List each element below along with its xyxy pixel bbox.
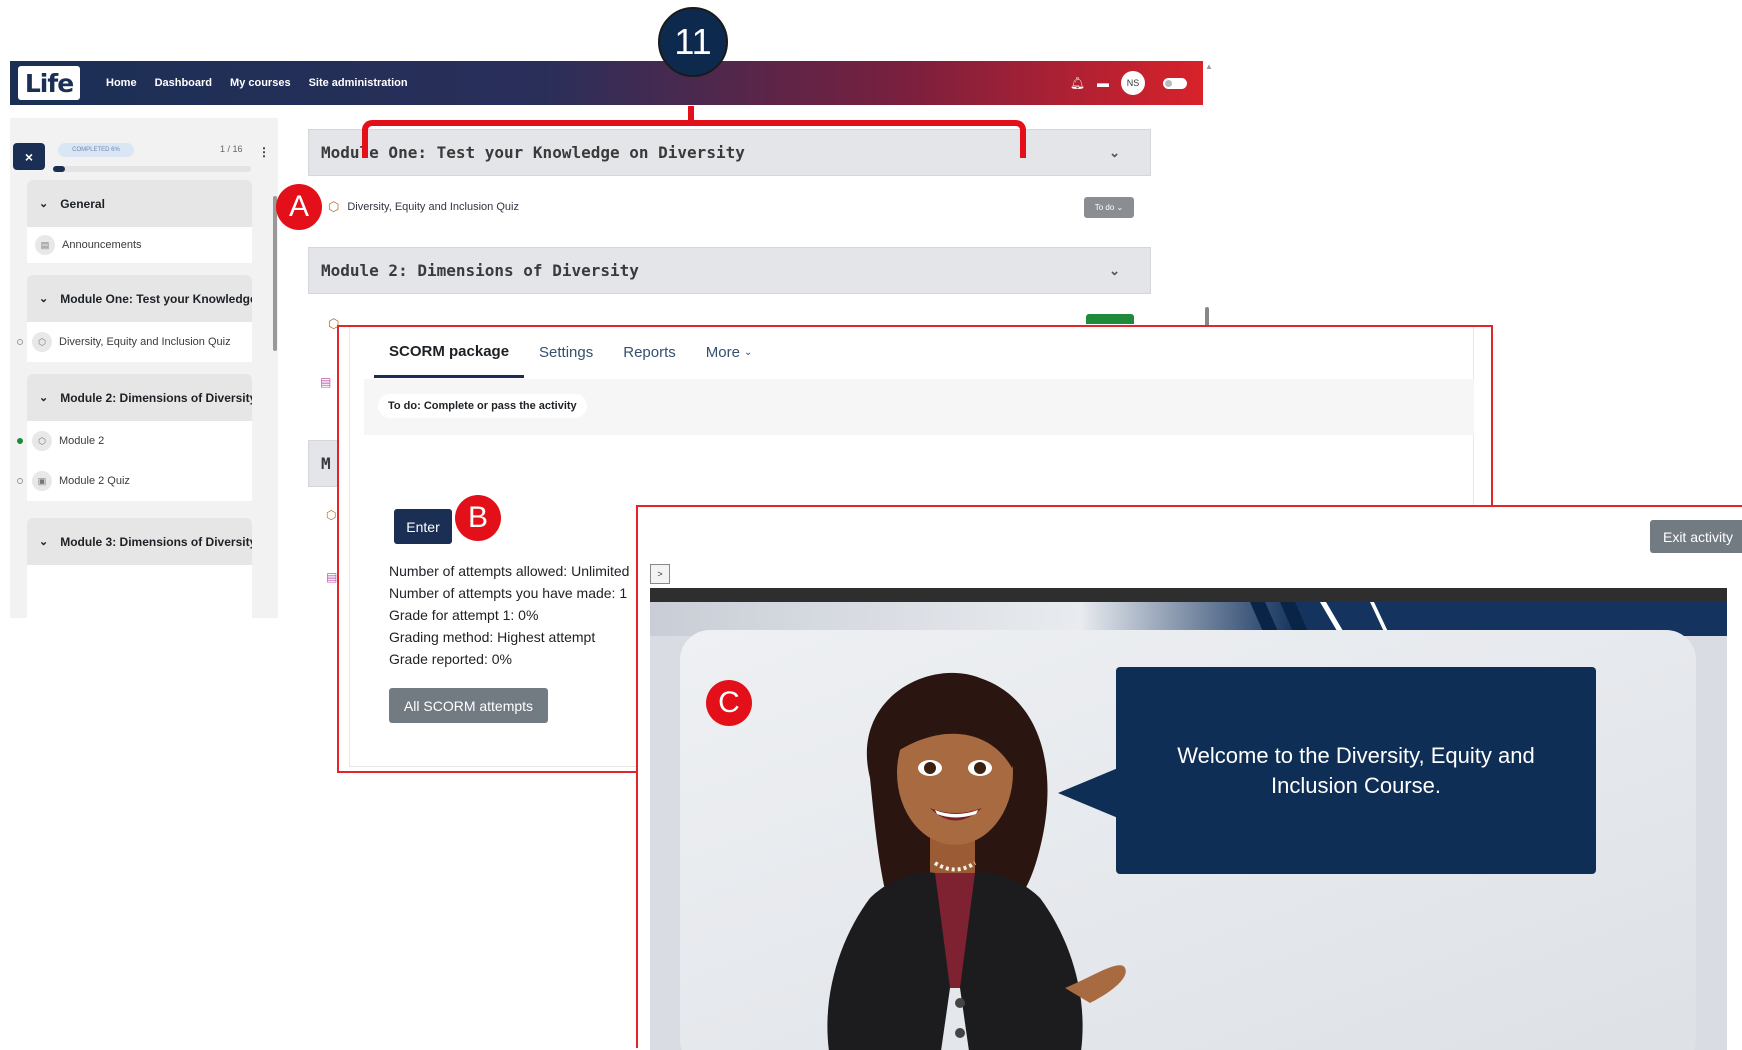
sidebar-section-module-3[interactable]: ⌄ Module 3: Dimensions of Diversity [27, 518, 252, 565]
edit-mode-toggle[interactable] [1163, 77, 1187, 89]
primary-navigation: Home Dashboard My courses Site administr… [106, 77, 408, 89]
sidebar-item-label: Diversity, Equity and Inclusion Quiz [59, 336, 231, 348]
module-title: M [321, 454, 331, 473]
site-logo[interactable]: Life [18, 66, 80, 100]
progress-bar-fill [53, 166, 65, 172]
enter-button[interactable]: Enter [394, 509, 452, 544]
nav-my-courses[interactable]: My courses [230, 77, 291, 89]
sidebar-section-title: Module 2: Dimensions of Diversity [60, 390, 252, 405]
nav-dashboard[interactable]: Dashboard [155, 77, 212, 89]
tab-settings[interactable]: Settings [524, 327, 608, 378]
chevron-down-icon: ⌄ [39, 293, 49, 305]
chevron-down-icon: ⌄ [39, 536, 49, 548]
progress-count: 1 / 16 [220, 144, 243, 154]
nav-site-administration[interactable]: Site administration [309, 77, 408, 89]
message-icon[interactable]: ▬ [1097, 76, 1109, 90]
bracket-stem [688, 106, 694, 122]
top-navbar: Life Home Dashboard My courses Site admi… [10, 61, 1203, 105]
tab-reports[interactable]: Reports [608, 327, 691, 378]
scorm-package-icon: ⬡ [328, 199, 340, 214]
step-number-badge: 11 [658, 7, 728, 77]
sidebar-section-general[interactable]: ⌄ General [27, 180, 252, 227]
sidebar-scrollbar[interactable] [273, 196, 277, 351]
progress-track [53, 166, 251, 172]
attempts-made-text: Number of attempts you have made: 1 [389, 585, 628, 601]
sidebar-item-module-2-quiz[interactable]: ▣ Module 2 Quiz [17, 471, 130, 491]
sidebar-section-title: Module One: Test your Knowledge on Diver… [60, 291, 252, 306]
chevron-down-icon: ⌄ [39, 392, 49, 404]
todo-status-button[interactable]: To do ⌄ [1084, 197, 1134, 218]
presenter-character-image [827, 672, 1126, 1050]
page-icon: ▤ [320, 375, 332, 389]
sidebar-item-module-2[interactable]: ⬡ Module 2 [17, 431, 104, 451]
completed-status-icon [17, 438, 23, 444]
toc-toggle-button[interactable]: > [650, 564, 670, 584]
tab-more[interactable]: More ⌄ [691, 327, 768, 378]
completion-badge: COMPLETED 6% [58, 143, 134, 157]
all-scorm-attempts-button[interactable]: All SCORM attempts [389, 688, 548, 723]
scorm-content-stage[interactable]: Welcome to the Diversity, Equity and Inc… [650, 588, 1727, 1050]
chevron-down-icon[interactable]: ⌄ [1109, 145, 1120, 161]
user-avatar[interactable]: NS [1121, 71, 1145, 95]
done-status-button[interactable] [1086, 314, 1134, 324]
sidebar-item-announcements[interactable]: ▤ Announcements [35, 235, 142, 255]
sidebar-section-module-2[interactable]: ⌄ Module 2: Dimensions of Diversity [27, 374, 252, 421]
quiz-icon: ▣ [32, 471, 52, 491]
grading-method-text: Grading method: Highest attempt [389, 629, 596, 645]
annotation-marker-b: B [455, 495, 501, 541]
tab-label: More [705, 344, 740, 361]
sidebar-section-module-one[interactable]: ⌄ Module One: Test your Knowledge on Div… [27, 275, 252, 322]
sidebar-section-body: ⬡ Module 2 ▣ Module 2 Quiz [17, 421, 252, 501]
exit-activity-button[interactable]: Exit activity [1650, 520, 1742, 553]
sidebar-section-body: ▤ Announcements [27, 227, 252, 263]
sidebar-item-label: Module 2 [59, 435, 105, 447]
activity-tabs: SCORM package Settings Reports More ⌄ [374, 327, 767, 378]
sidebar-section-body: ⬡ Diversity, Equity and Inclusion Quiz [17, 322, 252, 362]
speech-bubble-tail [1058, 768, 1118, 818]
forum-icon: ▤ [35, 235, 55, 255]
logo-text: Life [24, 68, 74, 98]
navbar-actions: 🔔︎ ▬ NS [1070, 61, 1187, 105]
module-title: Module 2: Dimensions of Diversity [321, 261, 639, 280]
activity-link[interactable]: Diversity, Equity and Inclusion Quiz [347, 201, 519, 213]
activity-dei-quiz[interactable]: ⬡ Diversity, Equity and Inclusion Quiz [328, 199, 519, 215]
chevron-down-icon[interactable]: ⌄ [1109, 263, 1120, 279]
incomplete-status-icon [17, 478, 23, 484]
scorm-package-icon: ⬡ [32, 332, 52, 352]
sidebar-section-title: General [60, 196, 105, 211]
annotation-marker-a: A [276, 184, 322, 230]
incomplete-status-icon [17, 339, 23, 345]
more-options-icon[interactable]: ⋮ [258, 145, 270, 159]
todo-label: To do [1094, 203, 1115, 212]
close-drawer-button[interactable]: × [13, 143, 45, 170]
tab-scorm-package[interactable]: SCORM package [374, 327, 525, 378]
grade-reported-text: Grade reported: 0% [389, 651, 512, 667]
welcome-speech-bubble: Welcome to the Diversity, Equity and Inc… [1116, 667, 1596, 874]
sidebar-item-dei-quiz[interactable]: ⬡ Diversity, Equity and Inclusion Quiz [17, 332, 231, 352]
nav-home[interactable]: Home [106, 77, 137, 89]
scorm-player-panel: Exit activity > Welcome to the Diversity… [636, 505, 1742, 1050]
chevron-down-icon: ⌄ [743, 347, 753, 358]
sidebar-section-body [27, 565, 252, 618]
todo-requirement-badge: To do: Complete or pass the activity [378, 394, 587, 418]
chevron-down-icon: ⌄ [39, 198, 49, 210]
bell-icon[interactable]: 🔔︎ [1070, 76, 1085, 90]
course-index-drawer: × COMPLETED 6% 1 / 16 ⋮ ⌄ General ▤ Anno… [10, 118, 278, 618]
sidebar-item-label: Announcements [62, 239, 142, 251]
sidebar-item-label: Module 2 Quiz [59, 475, 130, 487]
module-2-header[interactable]: Module 2: Dimensions of Diversity ⌄ [308, 247, 1151, 294]
attempts-allowed-text: Number of attempts allowed: Unlimited [389, 563, 630, 579]
completion-requirements: To do: Complete or pass the activity [364, 379, 1474, 435]
stage-top-bar [650, 588, 1727, 602]
sidebar-section-title: Module 3: Dimensions of Diversity [60, 534, 252, 549]
attempt-grade-text: Grade for attempt 1: 0% [389, 607, 539, 623]
module-header-bracket [362, 120, 1026, 158]
scorm-package-icon: ⬡ [326, 508, 337, 522]
scorm-package-icon: ⬡ [32, 431, 52, 451]
page-icon: ▤ [326, 570, 338, 584]
annotation-marker-c: C [706, 680, 752, 726]
scroll-up-arrow-icon[interactable]: ▲ [1205, 62, 1213, 71]
